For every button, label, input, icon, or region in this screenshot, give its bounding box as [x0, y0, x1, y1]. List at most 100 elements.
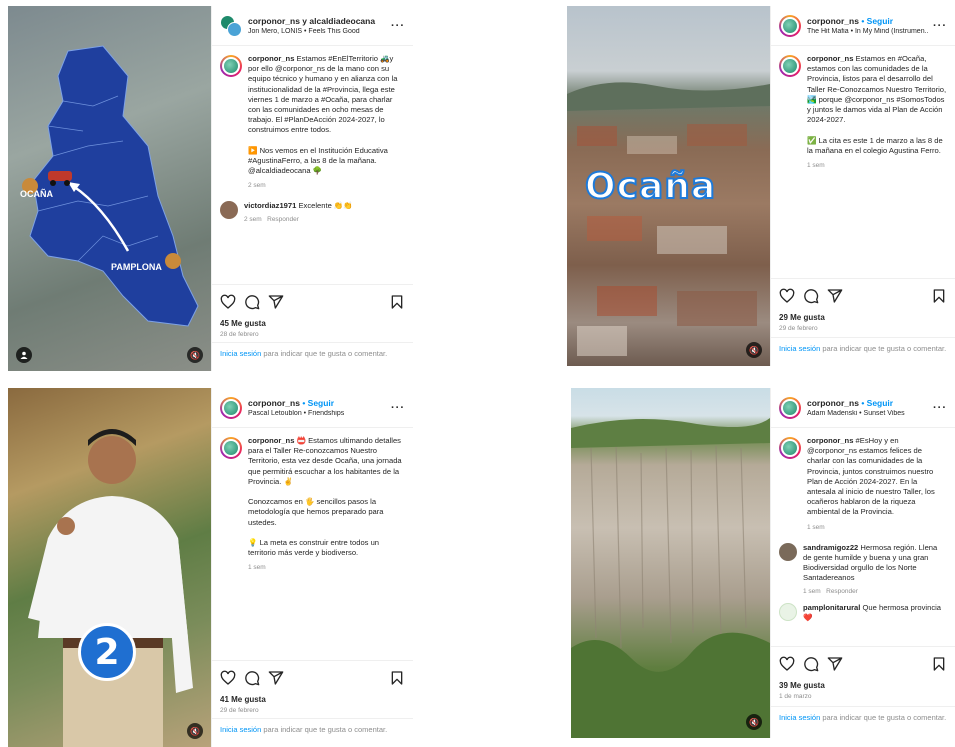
post-date: 29 de febrero	[220, 707, 259, 714]
reply-button[interactable]: Responder	[826, 588, 858, 595]
login-link[interactable]: Inicia sesión	[220, 349, 261, 358]
share-icon[interactable]	[268, 294, 284, 310]
like-count[interactable]: 39 Me gusta	[779, 681, 947, 690]
bookmark-icon[interactable]	[389, 294, 405, 310]
caption-username[interactable]: corponor_ns	[807, 436, 853, 445]
more-options-icon[interactable]: ···	[387, 402, 405, 414]
post-card-3: 2 🔇 corponor_ns • Seguir Pascal Letoublo…	[8, 388, 413, 747]
login-prompt: Inicia sesión para indicar que te gusta …	[212, 342, 413, 365]
avatar[interactable]	[220, 437, 242, 459]
login-text: para indicar que te gusta o comentar.	[820, 713, 947, 722]
login-link[interactable]: Inicia sesión	[779, 713, 820, 722]
post-panel: corponor_ns • Seguir The Hit Mafia • In …	[770, 6, 955, 366]
post-header: corponor_ns • Seguir Adam Madenski • Sun…	[771, 388, 955, 428]
bookmark-icon[interactable]	[931, 288, 947, 304]
comment-item: sandramigoz22 Hermosa región. Llena de g…	[779, 542, 947, 595]
caption-text: Estamos #EnElTerritorio 🚜y por ello @cor…	[248, 54, 398, 176]
header-username[interactable]: corponor_ns	[807, 16, 859, 26]
more-options-icon[interactable]: ···	[929, 402, 947, 414]
mute-icon[interactable]: 🔇	[746, 714, 762, 730]
avatar[interactable]	[220, 14, 242, 37]
caption-text: 📛 Estamos ultimando detalles para el Tal…	[248, 436, 402, 558]
post-media-city[interactable]: Ocaña 🔇	[567, 6, 770, 366]
avatar[interactable]	[220, 55, 242, 77]
share-icon[interactable]	[268, 670, 284, 686]
bookmark-icon[interactable]	[389, 670, 405, 686]
caption: corponor_ns #EsHoy y en @corponor_ns est…	[779, 436, 947, 531]
login-link[interactable]: Inicia sesión	[779, 344, 820, 353]
post-header: corponor_ns y alcaldiadeocana Jon Mero, …	[212, 6, 413, 46]
caption: corponor_ns 📛 Estamos ultimando detalles…	[220, 436, 405, 571]
heart-icon[interactable]	[220, 670, 236, 686]
post-actions: 45 Me gusta 28 de febrero	[212, 284, 413, 338]
mute-icon[interactable]: 🔇	[187, 347, 203, 363]
avatar[interactable]	[220, 201, 238, 220]
more-options-icon[interactable]: ···	[929, 20, 947, 32]
post-card-2: Ocaña 🔇 corponor_ns • Seguir The Hit Maf…	[567, 6, 955, 366]
reply-button[interactable]: Responder	[267, 216, 299, 223]
step-number-badge: 2	[78, 623, 136, 681]
header-username[interactable]: corponor_ns y alcaldiadeocana	[248, 16, 375, 26]
login-link[interactable]: Inicia sesión	[220, 725, 261, 734]
presenter-figure	[28, 429, 193, 747]
share-icon[interactable]	[827, 288, 843, 304]
follow-button[interactable]: • Seguir	[300, 398, 334, 408]
user-tag-icon[interactable]	[16, 347, 32, 363]
avatar[interactable]	[779, 437, 801, 459]
avatar[interactable]	[779, 396, 801, 419]
comment-text: Excelente 👏👏	[298, 201, 353, 211]
comment-time: 2 sem	[244, 216, 262, 224]
post-media-video[interactable]: 2 🔇	[8, 388, 211, 747]
audio-track[interactable]: Adam Madenski • Sunset Vibes	[807, 410, 929, 417]
mute-icon[interactable]: 🔇	[187, 723, 203, 739]
post-media-landscape[interactable]: 🔇	[571, 388, 770, 738]
mute-icon[interactable]: 🔇	[746, 342, 762, 358]
caption-username[interactable]: corponor_ns	[248, 436, 294, 445]
header-username[interactable]: corponor_ns	[807, 398, 859, 408]
post-card-1: OCAÑA PAMPLONA 🔇 corponor_ns y alcaldiad…	[8, 6, 413, 371]
post-date: 29 de febrero	[779, 325, 818, 332]
heart-icon[interactable]	[779, 288, 795, 304]
audio-track[interactable]: Pascal Letoublon • Friendships	[248, 410, 387, 417]
comment-item: victordiaz1971 Excelente 👏👏 2 sem Respon…	[220, 201, 405, 223]
cliff-texture	[571, 418, 770, 738]
comment-icon[interactable]	[244, 294, 260, 310]
audio-track[interactable]: Jon Mero, LÒNIS • Feels This Good	[248, 28, 387, 35]
more-options-icon[interactable]: ···	[387, 20, 405, 32]
post-panel: corponor_ns • Seguir Pascal Letoublon • …	[211, 388, 413, 747]
header-username[interactable]: corponor_ns	[248, 398, 300, 408]
avatar[interactable]	[220, 396, 242, 419]
post-actions: 41 Me gusta 29 de febrero	[212, 660, 413, 714]
comment-icon[interactable]	[803, 656, 819, 672]
avatar[interactable]	[779, 55, 801, 77]
login-text: para indicar que te gusta o comentar.	[820, 344, 947, 353]
comment-icon[interactable]	[803, 288, 819, 304]
post-media-map[interactable]: OCAÑA PAMPLONA 🔇	[8, 6, 211, 371]
avatar[interactable]	[779, 602, 797, 621]
caption-username[interactable]: corponor_ns	[248, 54, 294, 63]
caption-username[interactable]: corponor_ns	[807, 54, 853, 63]
post-card-4: 🔇 corponor_ns • Seguir Adam Madenski • S…	[571, 388, 955, 738]
like-count[interactable]: 45 Me gusta	[220, 319, 405, 328]
heart-icon[interactable]	[220, 294, 236, 310]
map-label-ocana: OCAÑA	[20, 189, 53, 199]
follow-button[interactable]: • Seguir	[859, 16, 893, 26]
follow-button[interactable]: • Seguir	[859, 398, 893, 408]
overlay-title: Ocaña	[584, 165, 717, 208]
avatar[interactable]	[779, 542, 797, 561]
bookmark-icon[interactable]	[931, 656, 947, 672]
caption-time: 2 sem	[248, 182, 266, 190]
comment-username[interactable]: sandramigoz22	[803, 543, 858, 552]
login-prompt: Inicia sesión para indicar que te gusta …	[212, 718, 413, 741]
share-icon[interactable]	[827, 656, 843, 672]
comment-username[interactable]: victordiaz1971	[244, 201, 296, 210]
audio-track[interactable]: The Hit Mafia • In My Mind (Instrumen...	[807, 28, 929, 35]
post-header: corponor_ns • Seguir Pascal Letoublon • …	[212, 388, 413, 428]
like-count[interactable]: 29 Me gusta	[779, 313, 947, 322]
post-panel: corponor_ns y alcaldiadeocana Jon Mero, …	[211, 6, 413, 371]
comment-username[interactable]: pamplonitarural	[803, 603, 860, 612]
comment-icon[interactable]	[244, 670, 260, 686]
heart-icon[interactable]	[779, 656, 795, 672]
like-count[interactable]: 41 Me gusta	[220, 695, 405, 704]
avatar[interactable]	[779, 14, 801, 37]
